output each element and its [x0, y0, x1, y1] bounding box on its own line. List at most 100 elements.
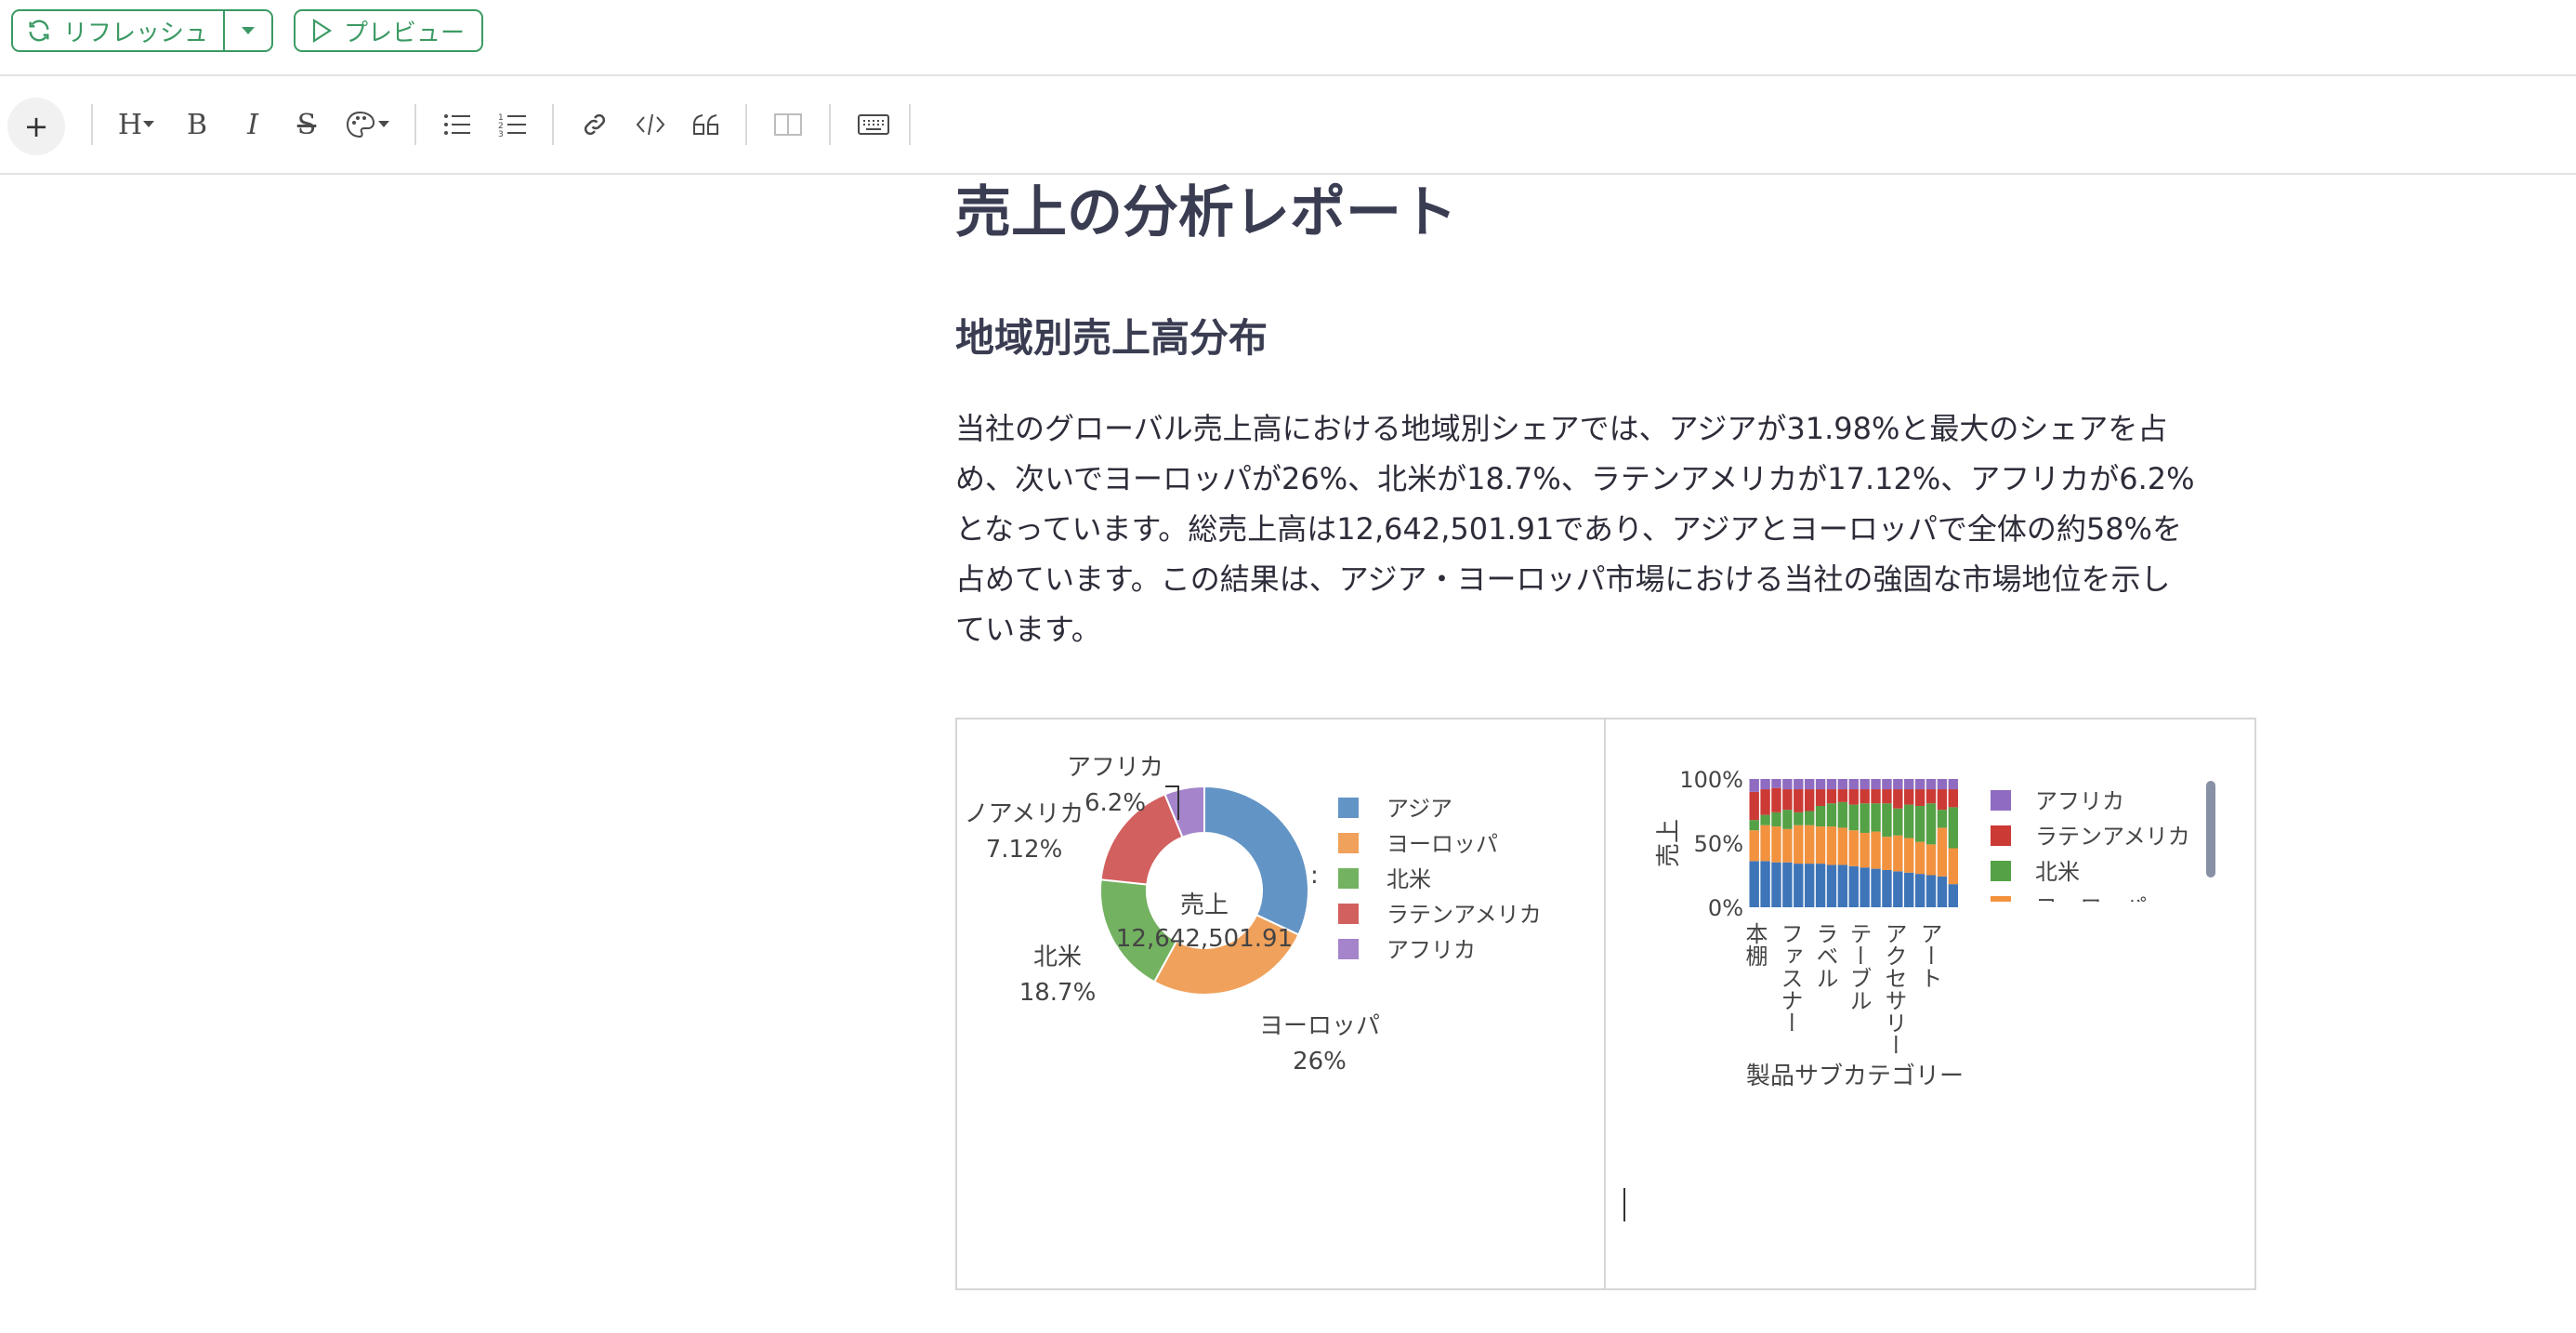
link-button[interactable] [574, 106, 615, 143]
bar-segment [1826, 826, 1837, 865]
legend-swatch [1338, 868, 1359, 889]
bar-segment [1904, 779, 1914, 790]
columns-icon [774, 113, 802, 136]
legend-label: 北米 [2035, 859, 2080, 885]
toolbar-divider [745, 104, 747, 145]
bar-segment [1904, 872, 1914, 907]
bar-segment [1871, 779, 1881, 790]
bar-segment [1782, 779, 1793, 790]
italic-button[interactable]: I [234, 106, 271, 143]
subcategory-stacked-bar-panel[interactable]: 0% 50% 100% 売上 本棚 ファスナー ラベル テーブル アクセサリー アート 製品サブカテ… [1604, 718, 2256, 1290]
keyboard-shortcuts-button[interactable] [849, 106, 898, 143]
bar-segment [1882, 789, 1892, 804]
code-button[interactable] [630, 106, 671, 143]
paragraph-line: め、次いでヨーロッパが26%、北米が18.7%、ラテンアメリカが17.12%、ア… [955, 461, 2195, 496]
strike-label: S [296, 108, 317, 141]
legend-label: ヨーロッパ [1387, 831, 1498, 857]
bar-segment [1893, 835, 1903, 872]
bar-segment [1815, 789, 1826, 806]
bar-segment [1925, 779, 1937, 790]
bar-segment [1882, 869, 1892, 907]
paragraph-line: となっています。総売上高は12,642,501.91であり、アジアとヨーロッパで… [955, 511, 2182, 547]
section-heading: 地域別売上高分布 [955, 315, 1268, 361]
bar-segment [1848, 865, 1859, 907]
analysis-paragraph[interactable]: 当社のグローバル売上高における地域別シェアでは、アジアが31.98%と最大のシェ… [955, 403, 2275, 654]
paragraph-line: ています。 [955, 612, 1101, 647]
bar-segment [1882, 837, 1892, 870]
bar-segment [1804, 825, 1815, 864]
bar-segment [1782, 862, 1793, 907]
bar-segment [1937, 810, 1948, 828]
refresh-button[interactable]: リフレッシュ [13, 11, 223, 50]
region-donut-chart-panel[interactable]: ヨーロッパ 26% 北米 18.7% ノアメリカ 7.12% アフリカ 6.2%: 売上 12,6… [955, 718, 1606, 1290]
refresh-icon [29, 20, 49, 42]
bar-segment [1904, 804, 1914, 838]
x-tick-label: 本棚 [1741, 922, 1768, 967]
strikethrough-button[interactable]: S [288, 106, 325, 143]
color-button[interactable] [344, 106, 392, 143]
numbered-list-button[interactable]: 1 2 3 [493, 106, 533, 143]
toolbar-divider [829, 104, 831, 145]
bar-segment [1815, 805, 1826, 827]
slice-percent-label: 6.2% [1084, 789, 1146, 817]
bar-segment [1760, 789, 1770, 815]
refresh-label: リフレッシュ [63, 19, 209, 47]
bar-segment [1749, 861, 1759, 907]
refresh-dropdown-button[interactable] [223, 11, 271, 50]
heading-button[interactable]: H [113, 106, 160, 143]
subcategory-stacked-bar-chart: 0% 50% 100% 売上本棚 ファスナー ラベル テーブル アクセサリー アート製品サブカテ… [1623, 767, 2215, 1221]
bar-segment [1749, 830, 1759, 862]
page-title: 売上の分析レポート [955, 180, 1457, 245]
bar-segment [1815, 826, 1826, 864]
bar-segment [1760, 825, 1770, 862]
bar-segment [1837, 864, 1848, 907]
bar-segment [1760, 861, 1770, 907]
bar-segment [1848, 779, 1859, 790]
bold-label: B [186, 108, 208, 141]
preview-button[interactable]: プレビュー [294, 9, 483, 52]
bar-segment [1893, 779, 1903, 790]
legend-label: 北米 [1387, 866, 1431, 892]
keyboard-icon [858, 114, 889, 135]
slice-label-partial: : [1310, 862, 1319, 890]
bar-segment [1760, 779, 1770, 790]
slice-label: ノアメリカ [965, 800, 1084, 828]
bar-segment [1925, 789, 1937, 804]
legend-swatch [1991, 861, 2011, 881]
heading-label: H [117, 108, 143, 141]
bar-segment [1771, 826, 1781, 863]
bar-segment [1860, 832, 1870, 868]
legend-label: アジア [1387, 796, 1452, 822]
bar-segment [1837, 789, 1848, 802]
quote-button[interactable] [686, 106, 727, 143]
play-icon [312, 19, 333, 43]
bullet-list-button[interactable] [437, 106, 478, 143]
bar-segment [1848, 804, 1859, 831]
legend-swatch [1338, 798, 1359, 818]
bar-segment [1782, 828, 1793, 863]
quote-icon [693, 114, 718, 135]
bar-segment [1749, 779, 1759, 792]
bar-segment [1771, 787, 1781, 812]
bar-segment [1837, 827, 1848, 865]
bar-segment [1904, 789, 1914, 805]
add-block-button[interactable]: + [7, 98, 65, 155]
legend-label: アフリカ [2035, 788, 2124, 814]
toolbar-divider [552, 104, 554, 145]
x-axis-label: 製品サブカテゴリー [1746, 1062, 1964, 1090]
y-tick-label: 0% [1708, 895, 1743, 921]
refresh-split-button[interactable]: リフレッシュ [11, 9, 273, 52]
bar-segment [1937, 876, 1948, 907]
bar-segment [1771, 779, 1781, 788]
top-bar: リフレッシュ プレビュー [0, 0, 2576, 76]
toolbar-divider [91, 104, 93, 145]
slice-percent-label: 7.12% [986, 836, 1063, 864]
bar-segment [1882, 779, 1892, 790]
bar-segment [1860, 803, 1870, 833]
bar-segment [1804, 789, 1815, 812]
bar-segment [1771, 862, 1781, 907]
bold-button[interactable]: B [178, 106, 216, 143]
bar-segment [1893, 871, 1903, 907]
bar-segment [1826, 803, 1837, 827]
donut-center-label: 売上 [1180, 891, 1229, 919]
